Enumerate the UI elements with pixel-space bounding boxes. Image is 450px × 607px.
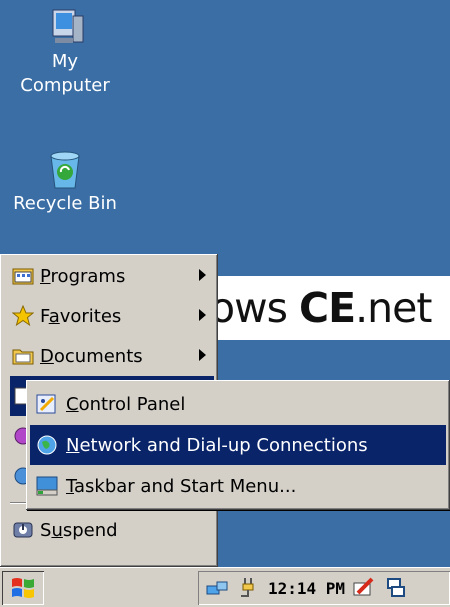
- my-computer-label-line1: My: [51, 51, 79, 72]
- programs-icon: [10, 263, 36, 289]
- desktop-switch-icon[interactable]: [383, 575, 409, 601]
- control-panel-icon: [34, 391, 60, 417]
- control-panel-label: Control Panel: [66, 393, 186, 415]
- my-computer-label-line2: Computer: [20, 75, 110, 96]
- taskbar-start-menu-label: Taskbar and Start Menu...: [66, 475, 297, 497]
- star-icon: [10, 303, 36, 329]
- suspend-icon: [10, 517, 36, 543]
- submenu-item-network-dialup[interactable]: Network and Dial-up Connections: [30, 425, 446, 465]
- network-connection-icon[interactable]: [204, 575, 230, 601]
- start-menu-item-documents[interactable]: Documents: [10, 336, 214, 376]
- submenu-item-control-panel[interactable]: Control Panel: [30, 384, 446, 424]
- submenu-item-taskbar-start-menu[interactable]: Taskbar and Start Menu...: [30, 466, 446, 506]
- suspend-label: Suspend: [40, 519, 118, 541]
- taskbar-clock[interactable]: 12:14 PM: [268, 579, 345, 598]
- documents-label: Documents: [40, 345, 143, 367]
- recycle-bin-label: Recycle Bin: [13, 193, 117, 214]
- input-panel-icon[interactable]: [351, 575, 377, 601]
- logo-bold: CE: [299, 284, 356, 332]
- logo-suffix: .net: [355, 284, 432, 332]
- recycle-bin-icon: [50, 151, 80, 189]
- desktop-icon-recycle-bin[interactable]: Recycle Bin: [0, 148, 130, 216]
- desktop-icon-my-computer[interactable]: My Computer: [0, 6, 130, 98]
- taskbar-icon: [34, 473, 60, 499]
- taskbar: 12:14 PM: [0, 567, 450, 607]
- start-menu-item-favorites[interactable]: Favorites: [10, 296, 214, 336]
- power-plug-icon[interactable]: [236, 575, 262, 601]
- system-tray: 12:14 PM: [198, 571, 450, 605]
- documents-folder-icon: [10, 343, 36, 369]
- programs-label: Programs: [40, 265, 126, 287]
- start-menu-item-programs[interactable]: Programs: [10, 256, 214, 296]
- start-menu-item-suspend[interactable]: Suspend: [10, 510, 214, 550]
- submenu-arrow-icon: [199, 349, 206, 361]
- start-button[interactable]: [2, 571, 44, 605]
- favorites-label: Favorites: [40, 305, 122, 327]
- submenu-arrow-icon: [199, 309, 206, 321]
- network-dialup-label: Network and Dial-up Connections: [66, 434, 368, 456]
- windows-flag-icon: [12, 578, 34, 598]
- submenu-arrow-icon: [199, 269, 206, 281]
- computer-icon: [52, 9, 84, 43]
- logo-prefix: ows: [210, 284, 300, 332]
- settings-submenu: Control Panel Network and Dial-up Connec…: [26, 380, 450, 510]
- network-globe-icon: [34, 432, 60, 458]
